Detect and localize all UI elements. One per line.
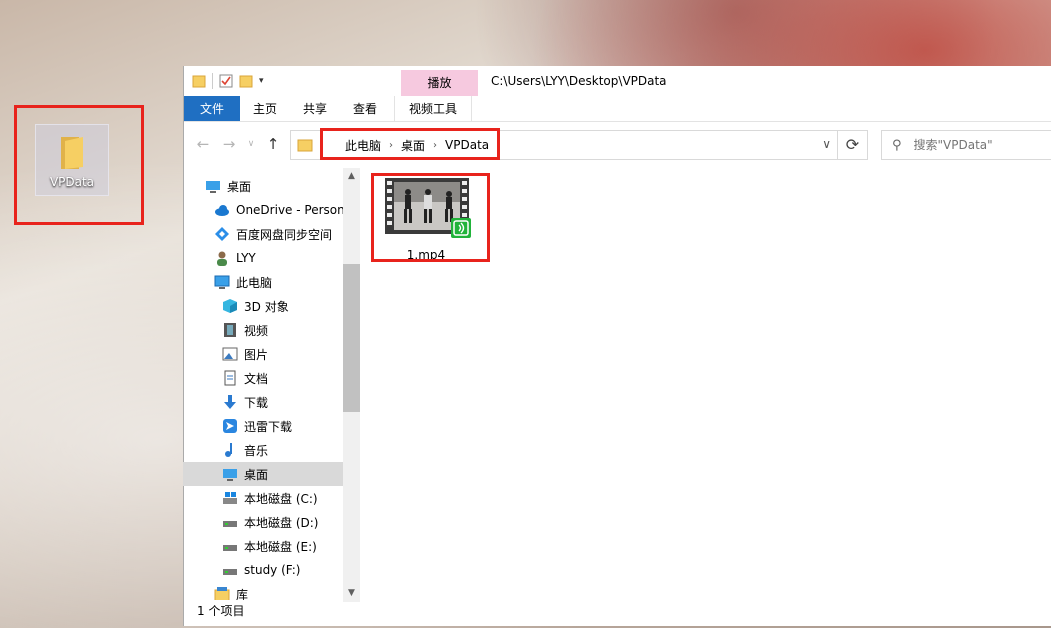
nav-item-3d-objects[interactable]: 3D 对象 (183, 294, 343, 318)
nav-item-xunlei[interactable]: 迅雷下载 (183, 414, 343, 438)
navigation-pane: 桌面 OneDrive - Person 百度网盘同步空间 LYY 此电脑 3D… (183, 170, 343, 600)
nav-label: 桌面 (244, 467, 269, 482)
nav-label: 本地磁盘 (E:) (244, 539, 317, 554)
nav-label: 视频 (244, 323, 269, 338)
nav-label: 图片 (244, 347, 269, 362)
xunlei-bird-icon (223, 419, 237, 433)
drive-c-icon (223, 492, 237, 504)
nav-item-library[interactable]: 库 (183, 582, 343, 600)
nav-item-documents[interactable]: 文档 (183, 366, 343, 390)
nav-label: 下载 (244, 395, 269, 410)
nav-item-downloads[interactable]: 下载 (183, 390, 343, 414)
nav-label: 此电脑 (236, 275, 273, 290)
nav-label: 文档 (244, 371, 269, 386)
user-avatar-icon (217, 251, 227, 266)
nav-item-disk-e[interactable]: 本地磁盘 (E:) (183, 534, 343, 558)
scroll-down-icon[interactable]: ▼ (343, 585, 360, 602)
download-arrow-icon (224, 395, 236, 409)
nav-item-desktop[interactable]: 桌面 (183, 462, 343, 486)
picture-icon (222, 347, 238, 361)
nav-item-user[interactable]: LYY (183, 246, 343, 270)
drive-icon (223, 569, 237, 575)
nav-item-pictures[interactable]: 图片 (183, 342, 343, 366)
nav-scrollbar[interactable]: ▲ ▼ (343, 168, 360, 602)
film-icon (224, 323, 236, 337)
nav-label: 库 (236, 587, 249, 601)
scrollbar-thumb[interactable] (343, 264, 360, 412)
nav-label: 音乐 (244, 443, 269, 458)
baidu-sync-icon (215, 227, 229, 241)
music-note-icon (225, 443, 232, 457)
nav-label: 迅雷下载 (244, 419, 293, 434)
drive-icon (223, 521, 237, 527)
explorer-body: 桌面 OneDrive - Person 百度网盘同步空间 LYY 此电脑 3D… (183, 66, 1051, 626)
nav-label: 本地磁盘 (C:) (244, 491, 318, 506)
nav-label: 3D 对象 (244, 299, 289, 314)
nav-label: 桌面 (227, 179, 252, 194)
nav-label: 本地磁盘 (D:) (244, 515, 319, 530)
nav-item-videos[interactable]: 视频 (183, 318, 343, 342)
nav-item-this-pc[interactable]: 此电脑 (183, 270, 343, 294)
desktop-icon (206, 181, 220, 193)
nav-item-onedrive[interactable]: OneDrive - Person (183, 198, 343, 222)
cloud-icon (215, 205, 229, 216)
desktop-icon (223, 469, 237, 481)
nav-item-desktop-top[interactable]: 桌面 (183, 174, 343, 198)
computer-icon (214, 275, 230, 289)
nav-item-disk-c[interactable]: 本地磁盘 (C:) (183, 486, 343, 510)
highlight-box-desktop (14, 105, 144, 225)
status-bar-text: 1 个项目 (197, 604, 245, 618)
nav-item-disk-d[interactable]: 本地磁盘 (D:) (183, 510, 343, 534)
nav-item-disk-f[interactable]: study (F:) (183, 558, 343, 582)
nav-item-baidu[interactable]: 百度网盘同步空间 (183, 222, 343, 246)
nav-label: OneDrive - Person (236, 203, 343, 217)
cube-icon (223, 299, 237, 313)
highlight-box-file (371, 173, 490, 262)
scroll-up-icon[interactable]: ▲ (343, 168, 360, 185)
nav-label: LYY (236, 251, 256, 265)
nav-label: 百度网盘同步空间 (236, 227, 333, 242)
library-icon (214, 587, 230, 600)
document-icon (224, 370, 236, 386)
nav-label: study (F:) (244, 563, 301, 577)
drive-icon (223, 545, 237, 551)
nav-item-music[interactable]: 音乐 (183, 438, 343, 462)
